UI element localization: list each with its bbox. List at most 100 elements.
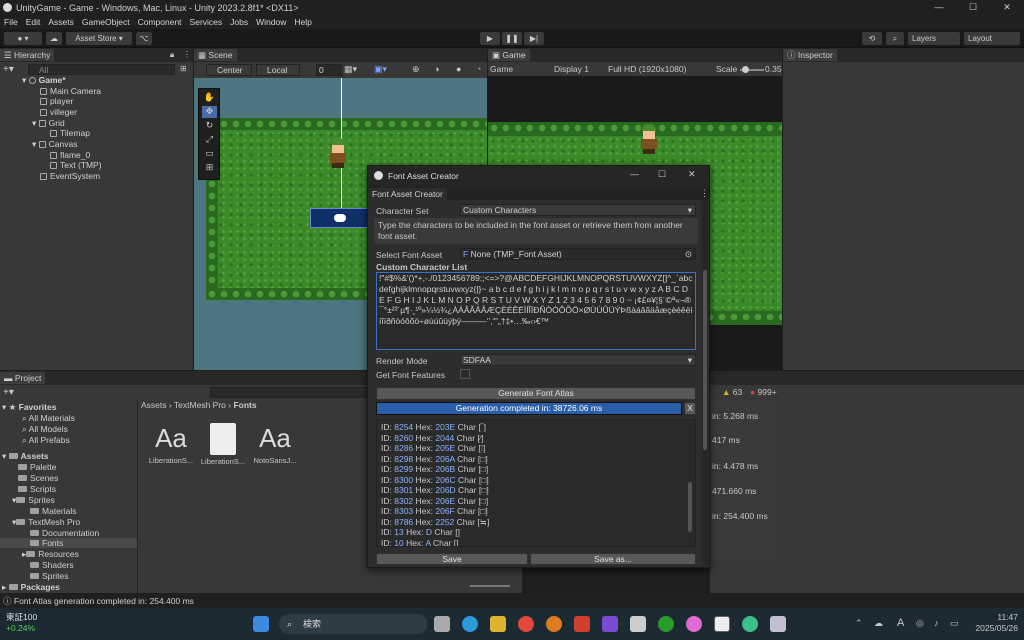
layers-dropdown[interactable]: Layers xyxy=(908,32,960,45)
hierarchy-item[interactable]: villeger xyxy=(40,107,77,117)
app-icon[interactable] xyxy=(574,616,590,632)
layout-dropdown[interactable]: Layout xyxy=(964,32,1020,45)
taskview-icon[interactable] xyxy=(434,616,450,632)
folder-item[interactable]: Sprites xyxy=(30,571,68,581)
favorite-item[interactable]: ⌕ All Materials xyxy=(22,413,75,424)
folder-item[interactable]: Scenes xyxy=(18,473,58,483)
font-asset-object-field[interactable]: F None (TMP_Font Asset) ⊙ xyxy=(460,248,696,260)
account-button[interactable]: ● ▾ xyxy=(4,32,42,45)
ime-indicator[interactable]: A xyxy=(897,617,904,629)
rotate-tool-icon[interactable]: ↻ xyxy=(202,120,217,132)
tab-game[interactable]: ▣ Game xyxy=(488,49,530,61)
maximize-button[interactable]: ☐ xyxy=(956,0,990,15)
favorite-item[interactable]: ⌕ All Prefabs xyxy=(22,435,70,446)
explorer-icon[interactable] xyxy=(490,616,506,632)
hierarchy-item[interactable]: Tilemap xyxy=(50,128,90,138)
save-button[interactable]: Save xyxy=(376,553,528,565)
folder-item[interactable]: Materials xyxy=(30,506,76,516)
render-mode-icon[interactable]: ◑ xyxy=(434,64,439,74)
asset-tile[interactable]: Aa NotoSansJ... xyxy=(250,423,300,475)
hierarchy-item[interactable]: Main Camera xyxy=(40,86,101,96)
generate-font-atlas-button[interactable]: Generate Font Atlas xyxy=(376,387,696,400)
firefox-icon[interactable] xyxy=(546,616,562,632)
lock-icon[interactable]: 🔒︎ xyxy=(170,50,174,60)
pivot-dropdown[interactable]: Center xyxy=(206,64,252,76)
search-options-icon[interactable]: ⊞ xyxy=(180,64,187,73)
folder-item[interactable]: Shaders xyxy=(30,560,74,570)
play-button[interactable]: ▶ xyxy=(480,32,500,45)
space-dropdown[interactable]: Local xyxy=(256,64,300,76)
breadcrumb-item[interactable]: TextMesh Pro xyxy=(174,400,226,410)
scale-slider-handle[interactable] xyxy=(742,66,749,73)
chrome-icon[interactable] xyxy=(518,616,534,632)
snap-input[interactable]: 0 xyxy=(316,64,342,76)
folder-item[interactable]: ▸ Resources xyxy=(22,549,79,560)
add-asset-button[interactable]: +▾ xyxy=(3,387,14,398)
asset-tile[interactable]: LiberationS... xyxy=(198,423,248,475)
asset-store-button[interactable]: Asset Store ▾ xyxy=(66,32,132,45)
player-sprite[interactable] xyxy=(334,214,346,222)
grid-snap-icon[interactable]: ▦▾ xyxy=(344,64,357,75)
2d-toggle-icon[interactable]: ◔ xyxy=(476,64,481,74)
folder-item-selected[interactable]: Fonts xyxy=(0,538,137,548)
close-button[interactable]: ✕ xyxy=(990,0,1024,15)
folder-item[interactable]: ▾ Sprites xyxy=(12,495,55,506)
get-font-features-checkbox[interactable] xyxy=(460,369,470,379)
console-line[interactable]: in: 4.478 ms xyxy=(712,461,758,471)
move-tool-icon[interactable]: ✥ xyxy=(202,106,217,118)
menu-gameobject[interactable]: GameObject xyxy=(82,17,130,27)
copilot-icon[interactable] xyxy=(686,616,702,632)
character-set-dropdown[interactable]: Custom Characters ▾ xyxy=(460,204,696,216)
snap-increment-icon[interactable]: ▣▾ xyxy=(374,64,387,75)
search-icon[interactable]: ⌕ xyxy=(886,32,904,45)
console-line[interactable]: 417 ms xyxy=(712,435,740,445)
folder-item[interactable]: Scripts xyxy=(18,484,56,494)
tray-chevron-icon[interactable]: ⌃ xyxy=(855,618,863,629)
tab-font-asset-creator[interactable]: Font Asset Creator xyxy=(368,188,447,200)
icon-size-slider[interactable] xyxy=(470,585,510,587)
folder-item[interactable]: Documentation xyxy=(30,528,99,538)
resolution-dropdown[interactable]: Full HD (1920x1080) xyxy=(608,64,686,74)
gizmo-global-icon[interactable]: ⊕ xyxy=(412,64,420,75)
start-icon[interactable] xyxy=(253,616,269,632)
tray-cloud-icon[interactable]: ☁ xyxy=(874,618,883,629)
tab-project[interactable]: ▬ Project xyxy=(0,372,46,384)
game-view-dropdown[interactable]: Game xyxy=(490,64,513,74)
menu-assets[interactable]: Assets xyxy=(48,17,74,27)
browser-icon[interactable] xyxy=(742,616,758,632)
clock[interactable]: 11:47 2025/05/26 xyxy=(968,612,1018,634)
minimize-button[interactable]: — xyxy=(922,0,956,15)
hierarchy-item[interactable]: EventSystem xyxy=(40,171,100,181)
hierarchy-item[interactable]: flame_0 xyxy=(50,150,90,160)
menu-file[interactable]: File xyxy=(4,17,18,27)
tab-hierarchy[interactable]: ☰ Hierarchy xyxy=(0,49,55,61)
rect-tool-icon[interactable]: ▭ xyxy=(202,148,217,160)
hierarchy-search-input[interactable]: All xyxy=(28,64,175,75)
edge-icon[interactable] xyxy=(462,616,478,632)
volume-icon[interactable]: ♪ xyxy=(934,618,939,628)
console-line[interactable]: in: 5.268 ms xyxy=(712,411,758,421)
version-control-icon[interactable]: ⌥ xyxy=(136,32,152,45)
transform-tool-icon[interactable]: ⊞ xyxy=(202,162,217,174)
unity-hub-icon[interactable] xyxy=(630,616,646,632)
step-button[interactable]: ▶| xyxy=(524,32,544,45)
tab-inspector[interactable]: ⓘ Inspector xyxy=(783,49,837,61)
object-picker-icon[interactable]: ⊙ xyxy=(685,249,692,260)
menu-jobs[interactable]: Jobs xyxy=(230,17,248,27)
hierarchy-item[interactable]: Text (TMP) xyxy=(50,160,102,170)
assets-header[interactable]: ▾ Assets xyxy=(2,451,49,462)
hierarchy-item[interactable]: ▾ Canvas xyxy=(32,139,77,150)
dialog-scrollbar[interactable] xyxy=(702,200,708,566)
folder-item[interactable]: ▾ TextMesh Pro xyxy=(12,517,80,528)
favorite-item[interactable]: ⌕ All Models xyxy=(22,424,68,435)
output-log[interactable]: ID: 8254 Hex: 203E Char [‾] ID: 8260 Hex:… xyxy=(376,419,696,547)
app-icon[interactable] xyxy=(770,616,786,632)
custom-character-textarea[interactable]: !"#$%&'()*+,-./0123456789:;<=>?@ABCDEFGH… xyxy=(376,272,696,350)
dialog-maximize-button[interactable]: ☐ xyxy=(658,169,666,180)
menu-window[interactable]: Window xyxy=(256,17,286,27)
asset-tile[interactable]: Aa LiberationS... xyxy=(146,423,196,475)
menu-services[interactable]: Services xyxy=(190,17,223,27)
status-text[interactable]: Font Atlas generation completed in: 254.… xyxy=(14,596,194,606)
console-line[interactable]: 471.660 ms xyxy=(712,486,756,496)
villager-sprite[interactable] xyxy=(327,138,349,168)
